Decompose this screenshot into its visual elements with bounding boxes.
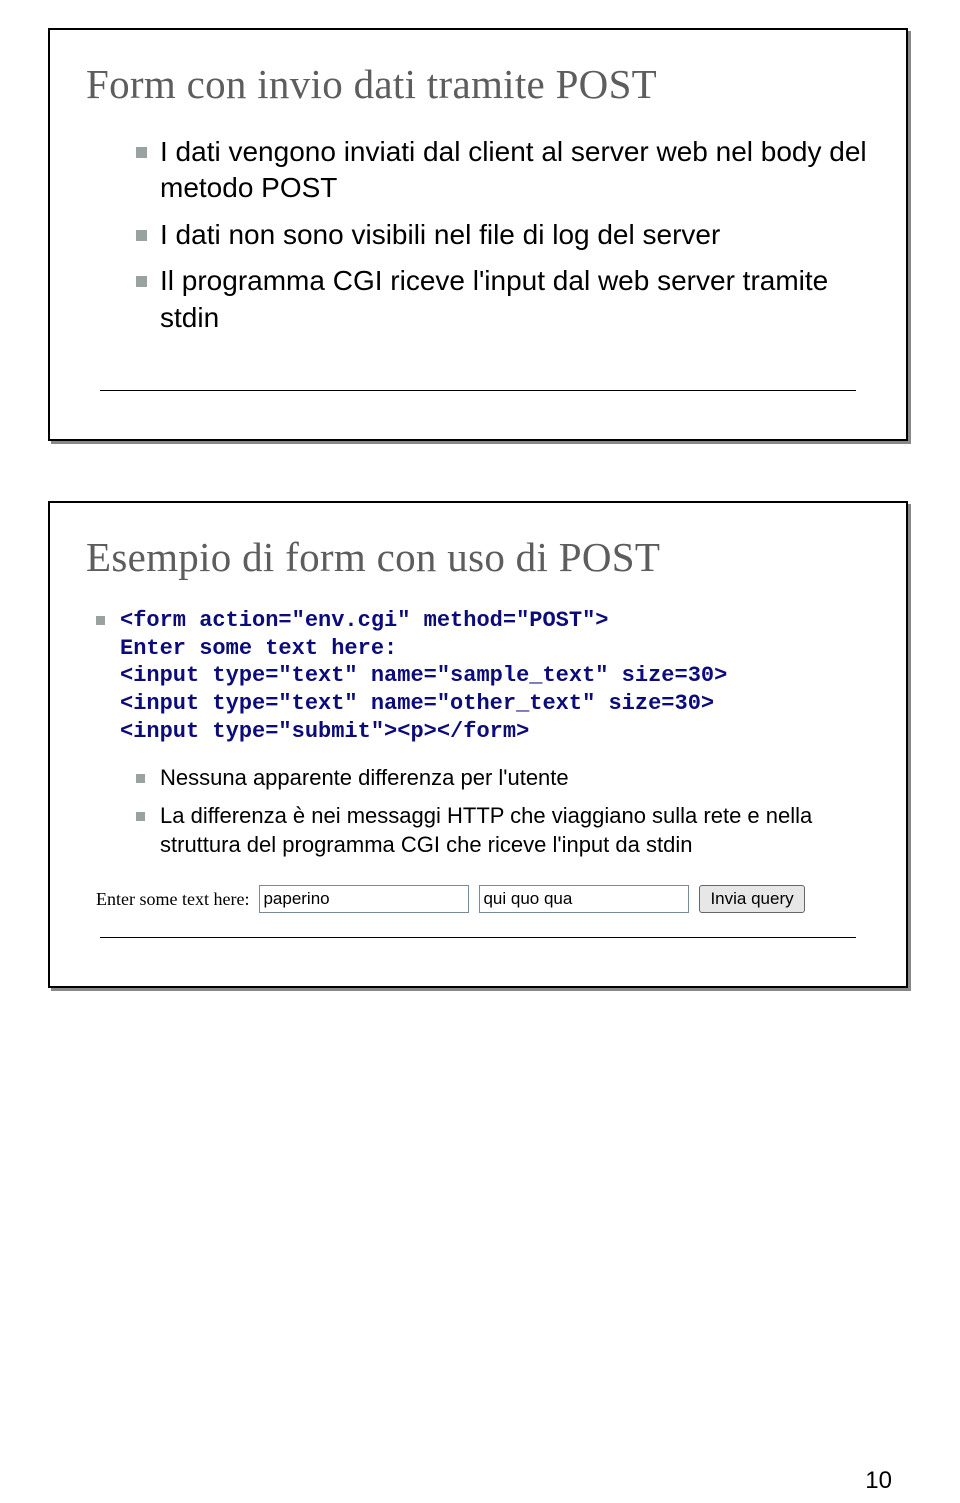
bullet-list: I dati vengono inviati dal client al ser… xyxy=(96,134,870,336)
bullet-item: I dati vengono inviati dal client al ser… xyxy=(136,134,870,207)
submit-button[interactable]: Invia query xyxy=(699,885,804,913)
bullet-list: Nessuna apparente differenza per l'utent… xyxy=(96,764,870,860)
other-text-input[interactable] xyxy=(479,885,689,913)
slide-post-example: Esempio di form con uso di POST <form ac… xyxy=(48,501,908,988)
bullet-item: I dati non sono visibili nel file di log… xyxy=(136,217,870,253)
code-line: <input type="text" name="other_text" siz… xyxy=(120,690,870,718)
divider xyxy=(100,937,856,938)
divider xyxy=(100,390,856,391)
code-line: Enter some text here: xyxy=(120,635,870,663)
bullet-item: La differenza è nei messaggi HTTP che vi… xyxy=(136,802,870,859)
slide-title: Esempio di form con uso di POST xyxy=(86,533,870,581)
code-block: <form action="env.cgi" method="POST"> En… xyxy=(120,607,870,746)
bullet-item: Il programma CGI riceve l'input dal web … xyxy=(136,263,870,336)
slide-title: Form con invio dati tramite POST xyxy=(86,60,870,108)
form-preview: Enter some text here: Invia query xyxy=(96,885,870,913)
sample-text-input[interactable] xyxy=(259,885,469,913)
slide-post-form: Form con invio dati tramite POST I dati … xyxy=(48,28,908,441)
page-number: 10 xyxy=(865,1467,892,1495)
form-label: Enter some text here: xyxy=(96,889,249,910)
bullet-item: Nessuna apparente differenza per l'utent… xyxy=(136,764,870,793)
code-line: <input type="submit"><p></form> xyxy=(120,718,870,746)
code-line: <input type="text" name="sample_text" si… xyxy=(120,662,870,690)
code-line: <form action="env.cgi" method="POST"> xyxy=(96,607,870,635)
